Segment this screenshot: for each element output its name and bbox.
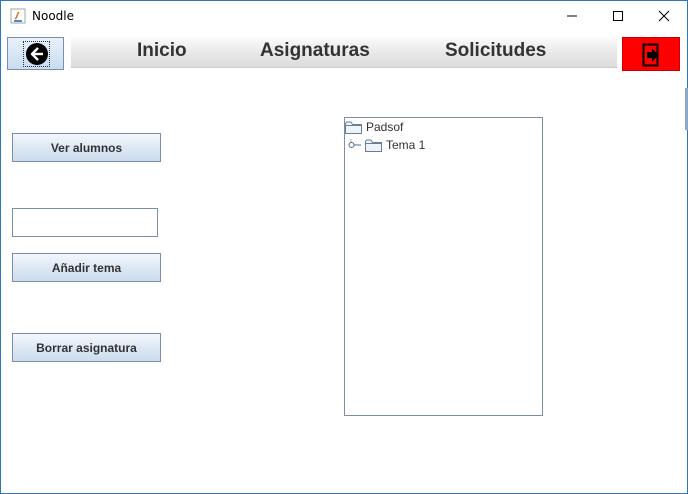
back-button[interactable] xyxy=(7,37,64,70)
folder-icon xyxy=(345,121,362,134)
nav-asignaturas[interactable]: Asignaturas xyxy=(260,40,370,62)
maximize-icon xyxy=(613,11,623,21)
nav-solicitudes[interactable]: Solicitudes xyxy=(445,40,546,62)
tree-expand-handle-icon[interactable] xyxy=(348,139,362,151)
view-students-button[interactable]: Ver alumnos xyxy=(12,133,161,162)
nav-inicio[interactable]: Inicio xyxy=(137,40,187,62)
close-button[interactable] xyxy=(641,1,687,31)
folder-icon xyxy=(365,139,382,152)
close-icon xyxy=(658,10,670,22)
tree-node-child[interactable]: Tema 1 xyxy=(348,138,425,152)
add-topic-button[interactable]: Añadir tema xyxy=(12,253,161,282)
delete-subject-button[interactable]: Borrar asignatura xyxy=(12,333,161,362)
minimize-icon xyxy=(567,15,577,17)
subject-tree[interactable]: Padsof Tema 1 xyxy=(344,117,543,416)
tree-node-root[interactable]: Padsof xyxy=(345,120,403,134)
topic-name-input[interactable] xyxy=(12,208,158,237)
tree-node-label: Padsof xyxy=(366,120,404,134)
window-title: Noodle xyxy=(32,9,74,23)
exit-door-icon xyxy=(642,43,659,67)
title-bar[interactable]: Noodle xyxy=(1,1,687,31)
app-window: Noodle Inicio Asignaturas Solicitudes Ve… xyxy=(0,0,688,494)
logout-button[interactable] xyxy=(622,37,680,71)
java-app-icon xyxy=(10,8,26,24)
tree-node-label: Tema 1 xyxy=(386,138,426,152)
maximize-button[interactable] xyxy=(595,1,641,31)
arrow-left-circle-icon xyxy=(26,43,48,65)
top-navigation-bar: Inicio Asignaturas Solicitudes xyxy=(71,37,617,68)
minimize-button[interactable] xyxy=(549,1,595,31)
